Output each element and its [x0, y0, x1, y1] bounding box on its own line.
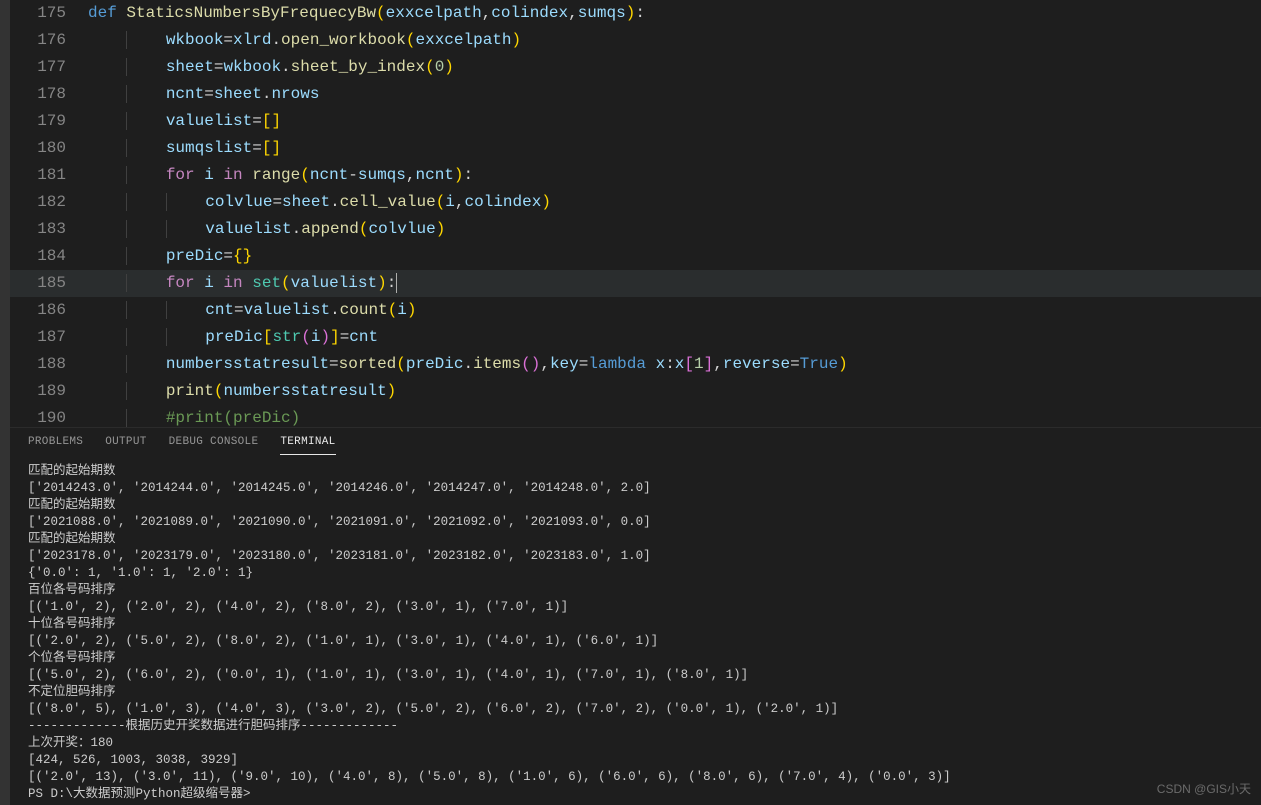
code-line[interactable]: 177 sheet=wkbook.sheet_by_index(0) [10, 54, 1261, 81]
terminal-line: [('5.0', 2), ('6.0', 2), ('0.0', 1), ('1… [28, 667, 1243, 684]
code-line[interactable]: 184 preDic={} [10, 243, 1261, 270]
terminal-line: PS D:\大数据预测Python超级缩号器> [28, 786, 1243, 803]
line-number: 190 [10, 405, 88, 427]
code-content: print(numbersstatresult) [88, 378, 396, 405]
panel-tabs: PROBLEMS OUTPUT DEBUG CONSOLE TERMINAL [10, 428, 1261, 455]
code-line[interactable]: 175def StaticsNumbersByFrequecyBw(exxcel… [10, 0, 1261, 27]
terminal-line: [('2.0', 13), ('3.0', 11), ('9.0', 10), … [28, 769, 1243, 786]
code-content: #print(preDic) [88, 405, 300, 427]
terminal-output[interactable]: 匹配的起始期数['2014243.0', '2014244.0', '20142… [10, 455, 1261, 805]
terminal-line: [424, 526, 1003, 3038, 3929] [28, 752, 1243, 769]
code-line[interactable]: 181 for i in range(ncnt-sumqs,ncnt): [10, 162, 1261, 189]
terminal-line: 个位各号码排序 [28, 650, 1243, 667]
terminal-line: ['2014243.0', '2014244.0', '2014245.0', … [28, 480, 1243, 497]
code-content: valuelist.append(colvlue) [88, 216, 445, 243]
panel-tab-output[interactable]: OUTPUT [105, 436, 146, 455]
panel-tab-problems[interactable]: PROBLEMS [28, 436, 83, 455]
terminal-line: [('2.0', 2), ('5.0', 2), ('8.0', 2), ('1… [28, 633, 1243, 650]
code-line[interactable]: 187 preDic[str(i)]=cnt [10, 324, 1261, 351]
line-number: 188 [10, 351, 88, 378]
terminal-line: ['2021088.0', '2021089.0', '2021090.0', … [28, 514, 1243, 531]
line-number: 176 [10, 27, 88, 54]
line-number: 185 [10, 270, 88, 297]
code-content: wkbook=xlrd.open_workbook(exxcelpath) [88, 27, 521, 54]
terminal-line: [('8.0', 5), ('1.0', 3), ('4.0', 3), ('3… [28, 701, 1243, 718]
code-line[interactable]: 186 cnt=valuelist.count(i) [10, 297, 1261, 324]
code-content: for i in range(ncnt-sumqs,ncnt): [88, 162, 473, 189]
code-content: valuelist=[] [88, 108, 281, 135]
text-cursor [396, 273, 397, 293]
terminal-line: 不定位胆码排序 [28, 684, 1243, 701]
code-content: sumqslist=[] [88, 135, 281, 162]
code-content: colvlue=sheet.cell_value(i,colindex) [88, 189, 551, 216]
terminal-line: ['2023178.0', '2023179.0', '2023180.0', … [28, 548, 1243, 565]
watermark: CSDN @GIS小天 [1157, 780, 1251, 797]
terminal-line: 匹配的起始期数 [28, 531, 1243, 548]
line-number: 189 [10, 378, 88, 405]
terminal-line: [('1.0', 2), ('2.0', 2), ('4.0', 2), ('8… [28, 599, 1243, 616]
code-content: def StaticsNumbersByFrequecyBw(exxcelpat… [88, 0, 645, 27]
terminal-line: {'0.0': 1, '1.0': 1, '2.0': 1} [28, 565, 1243, 582]
code-line[interactable]: 190 #print(preDic) [10, 405, 1261, 427]
code-line[interactable]: 182 colvlue=sheet.cell_value(i,colindex) [10, 189, 1261, 216]
line-number: 181 [10, 162, 88, 189]
panel-tab-debug-console[interactable]: DEBUG CONSOLE [169, 436, 259, 455]
code-line[interactable]: 189 print(numbersstatresult) [10, 378, 1261, 405]
code-content: numbersstatresult=sorted(preDic.items(),… [88, 351, 848, 378]
line-number: 177 [10, 54, 88, 81]
code-editor[interactable]: 175def StaticsNumbersByFrequecyBw(exxcel… [10, 0, 1261, 427]
line-number: 183 [10, 216, 88, 243]
code-line[interactable]: 188 numbersstatresult=sorted(preDic.item… [10, 351, 1261, 378]
main-area: 175def StaticsNumbersByFrequecyBw(exxcel… [10, 0, 1261, 805]
terminal-line: 十位各号码排序 [28, 616, 1243, 633]
code-content: for i in set(valuelist): [88, 270, 397, 297]
code-line[interactable]: 176 wkbook=xlrd.open_workbook(exxcelpath… [10, 27, 1261, 54]
line-number: 187 [10, 324, 88, 351]
code-content: cnt=valuelist.count(i) [88, 297, 417, 324]
line-number: 175 [10, 0, 88, 27]
line-number: 184 [10, 243, 88, 270]
code-line[interactable]: 183 valuelist.append(colvlue) [10, 216, 1261, 243]
bottom-panel: PROBLEMS OUTPUT DEBUG CONSOLE TERMINAL 匹配的起… [10, 427, 1261, 805]
terminal-line: 百位各号码排序 [28, 582, 1243, 599]
terminal-line: 匹配的起始期数 [28, 463, 1243, 480]
line-number: 182 [10, 189, 88, 216]
code-line[interactable]: 179 valuelist=[] [10, 108, 1261, 135]
activity-bar[interactable] [0, 0, 10, 805]
panel-tab-terminal[interactable]: TERMINAL [280, 436, 335, 455]
line-number: 186 [10, 297, 88, 324]
terminal-line: -------------根据历史开奖数据进行胆码排序------------- [28, 718, 1243, 735]
code-content: ncnt=sheet.nrows [88, 81, 319, 108]
code-line[interactable]: 180 sumqslist=[] [10, 135, 1261, 162]
code-line[interactable]: 178 ncnt=sheet.nrows [10, 81, 1261, 108]
line-number: 179 [10, 108, 88, 135]
line-number: 180 [10, 135, 88, 162]
terminal-line: 匹配的起始期数 [28, 497, 1243, 514]
line-number: 178 [10, 81, 88, 108]
code-line[interactable]: 185 for i in set(valuelist): [10, 270, 1261, 297]
terminal-line: 上次开奖：180 [28, 735, 1243, 752]
code-content: preDic={} [88, 243, 252, 270]
code-content: sheet=wkbook.sheet_by_index(0) [88, 54, 454, 81]
code-content: preDic[str(i)]=cnt [88, 324, 378, 351]
